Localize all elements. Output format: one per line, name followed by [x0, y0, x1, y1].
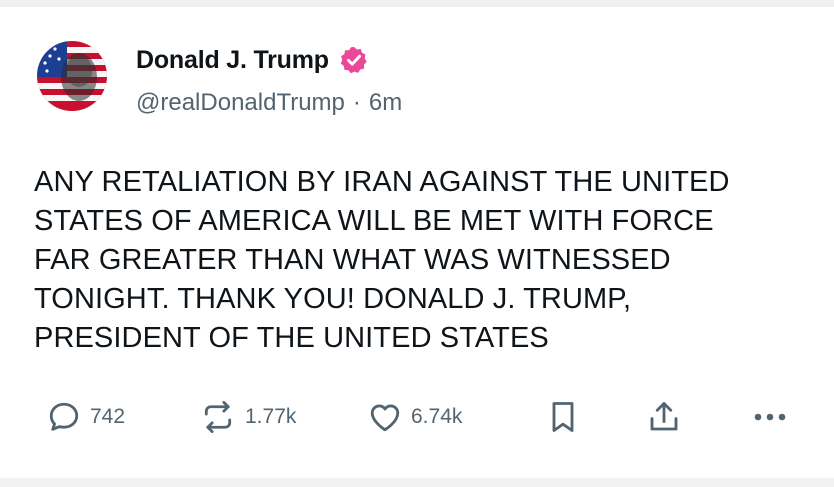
avatar[interactable]: [37, 41, 107, 111]
share-icon: [650, 402, 678, 431]
author-name-row: Donald J. Trump: [136, 43, 369, 77]
reply-button[interactable]: 742: [46, 395, 125, 439]
author-handle[interactable]: @realDonaldTrump: [136, 89, 345, 117]
more-icon: [754, 413, 786, 421]
reply-icon: [49, 402, 79, 431]
author-meta-row: @realDonaldTrump · 6m: [136, 89, 402, 117]
more-options-button[interactable]: [750, 395, 790, 439]
post-text-line: ANY RETALIATION BY IRAN AGAINST THE UNIT…: [34, 166, 730, 198]
like-button[interactable]: 6.74k: [367, 395, 462, 439]
post-card[interactable]: Donald J. Trump @realDonaldTrump · 6m AN…: [0, 7, 834, 478]
reply-count: 742: [90, 405, 126, 428]
repost-icon: [204, 400, 232, 434]
post-text-line: STATES OF AMERICA WILL BE MET WITH FORCE: [34, 205, 714, 237]
top-divider: [0, 0, 834, 7]
avatar-flag-portrait: [37, 41, 107, 111]
like-count: 6.74k: [411, 405, 463, 428]
bottom-divider: [0, 478, 834, 487]
action-bar: 742 1.77k 6.74k: [0, 395, 834, 439]
post-text-line: PRESIDENT OF THE UNITED STATES: [34, 322, 549, 354]
post-body: ANY RETALIATION BY IRAN AGAINST THE UNIT…: [34, 163, 814, 358]
author-display-name[interactable]: Donald J. Trump: [136, 46, 329, 75]
repost-button[interactable]: 1.77k: [199, 395, 296, 439]
like-icon: [370, 404, 400, 432]
meta-separator: ·: [352, 89, 361, 116]
repost-count: 1.77k: [245, 405, 297, 428]
post-text-line: TONIGHT. THANK YOU! DONALD J. TRUMP,: [34, 283, 632, 315]
bookmark-button[interactable]: [546, 395, 580, 439]
verified-badge-icon: [339, 45, 369, 75]
bookmark-icon: [552, 402, 574, 432]
share-button[interactable]: [646, 395, 682, 439]
post-text-line: FAR GREATER THAN WHAT WAS WITNESSED: [34, 244, 671, 276]
post-timestamp[interactable]: 6m: [369, 89, 402, 117]
